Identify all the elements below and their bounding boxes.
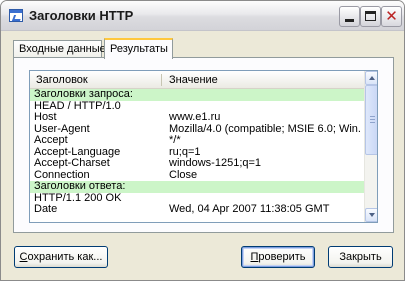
maximize-icon bbox=[365, 11, 376, 21]
rows: Заголовки запроса: HEAD / HTTP/1.0 Host www… bbox=[30, 89, 364, 216]
save-as-accel: С bbox=[19, 251, 28, 263]
tab-label: Результаты bbox=[110, 43, 168, 55]
save-as-label: охранить как... bbox=[27, 251, 103, 263]
header-name-cell: Заголовки ответа: bbox=[34, 181, 126, 192]
header-name-cell: HEAD / HTTP/1.0 bbox=[34, 100, 121, 112]
group-header-row[interactable]: Заголовки ответа: bbox=[30, 181, 364, 193]
table-row[interactable]: Host www.e1.ru bbox=[30, 112, 364, 124]
close-button[interactable]: Закрыть bbox=[328, 246, 393, 268]
header-name-cell: User-Agent bbox=[34, 123, 90, 135]
title-bar[interactable]: Заголовки HTTP ✕ bbox=[1, 1, 404, 31]
header-value-cell: windows-1251;q=1 bbox=[169, 158, 262, 169]
arrow-up-icon bbox=[369, 76, 375, 80]
table-row[interactable]: Accept-Language ru;q=1 bbox=[30, 147, 364, 159]
table-row[interactable]: Date Wed, 04 Apr 2007 11:38:05 GMT bbox=[30, 204, 364, 216]
table-row[interactable]: Accept-Charset windows-1251;q=1 bbox=[30, 158, 364, 170]
header-value-cell: Close bbox=[169, 169, 198, 181]
header-name-cell: HTTP/1.1 200 OK bbox=[34, 192, 122, 204]
dialog-window: Заголовки HTTP ✕ Входные данные Результа… bbox=[0, 0, 405, 281]
table-row[interactable]: Connection Close bbox=[30, 170, 364, 182]
save-as-button[interactable]: Сохранить как... bbox=[14, 246, 108, 268]
table-row[interactable]: Accept */* bbox=[30, 135, 364, 147]
table-row[interactable]: HTTP/1.1 200 OK bbox=[30, 193, 364, 205]
header-value-cell: www.e1.ru bbox=[169, 112, 221, 123]
header-name-cell: Заголовки запроса: bbox=[34, 89, 133, 100]
table-row[interactable]: HEAD / HTTP/1.0 bbox=[30, 101, 364, 113]
results-panel: Заголовок Значение Заголовки запроса: HEA… bbox=[13, 57, 394, 233]
maximize-button[interactable] bbox=[360, 6, 381, 27]
group-header-row[interactable]: Заголовки запроса: bbox=[30, 89, 364, 101]
scroll-thumb[interactable] bbox=[365, 85, 377, 155]
close-label: Закрыть bbox=[339, 251, 382, 263]
grip-icon bbox=[370, 122, 375, 123]
scroll-down-button[interactable] bbox=[365, 208, 377, 222]
minimize-button[interactable] bbox=[339, 6, 360, 27]
check-button[interactable]: Проверить bbox=[241, 246, 315, 268]
check-label: роверить bbox=[258, 251, 306, 263]
header-name-cell: Accept-Language bbox=[34, 146, 121, 158]
column-headers: Заголовок Значение bbox=[30, 71, 364, 89]
grip-icon bbox=[370, 116, 375, 117]
header-name-cell: Accept bbox=[34, 135, 68, 146]
column-header-value[interactable]: Значение bbox=[169, 74, 218, 86]
column-header-name[interactable]: Заголовок bbox=[36, 74, 88, 86]
header-value-cell: */* bbox=[169, 135, 181, 146]
headers-list[interactable]: Заголовок Значение Заголовки запроса: HEA… bbox=[29, 70, 378, 223]
close-icon: ✕ bbox=[385, 8, 398, 25]
arrow-down-icon bbox=[369, 213, 375, 217]
header-value-cell: Wed, 04 Apr 2007 11:38:05 GMT bbox=[169, 204, 330, 215]
window-title: Заголовки HTTP bbox=[29, 8, 134, 23]
table-row[interactable]: User-Agent Mozilla/4.0 (compatible; MSIE … bbox=[30, 124, 364, 136]
close-window-button[interactable]: ✕ bbox=[381, 6, 402, 27]
header-value-cell: Mozilla/4.0 (compatible; MSIE 6.0; Win..… bbox=[169, 123, 361, 135]
scroll-up-button[interactable] bbox=[365, 71, 377, 85]
header-name-cell: Host bbox=[34, 112, 57, 123]
tab-input-data[interactable]: Входные данные bbox=[13, 40, 106, 58]
grip-icon bbox=[370, 119, 375, 120]
tab-results[interactable]: Результаты bbox=[104, 38, 173, 59]
header-name-cell: Accept-Charset bbox=[34, 158, 110, 169]
header-value-cell: ru;q=1 bbox=[169, 146, 201, 158]
tab-label: Входные данные bbox=[19, 43, 106, 55]
app-icon bbox=[9, 9, 23, 22]
minimize-icon bbox=[345, 19, 354, 22]
column-divider[interactable] bbox=[161, 74, 162, 86]
header-name-cell: Connection bbox=[34, 169, 90, 181]
header-name-cell: Date bbox=[34, 204, 58, 215]
vertical-scrollbar[interactable] bbox=[364, 71, 377, 222]
